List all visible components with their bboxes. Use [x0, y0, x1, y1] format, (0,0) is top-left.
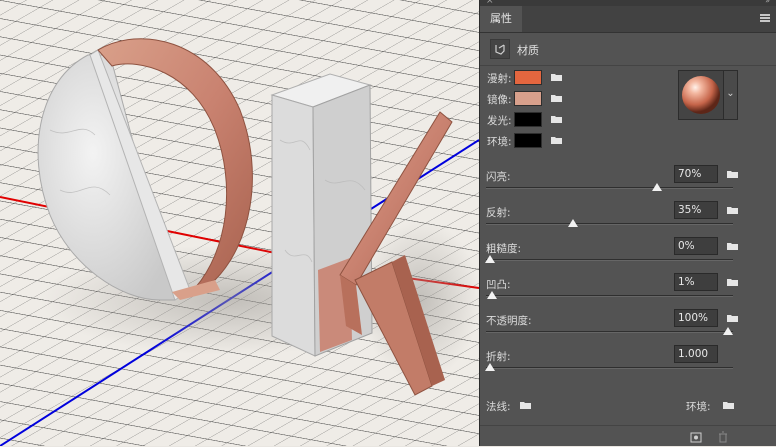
swatch-label: 漫射:	[487, 73, 512, 85]
material-cube-icon[interactable]	[490, 39, 510, 59]
slider-value-field[interactable]: 1.000	[674, 345, 718, 363]
slider-thumb[interactable]	[568, 219, 579, 227]
slider-track[interactable]	[486, 367, 733, 369]
slider-label: 粗糙度:	[486, 243, 522, 255]
slider-label: 反射:	[486, 207, 511, 219]
normal-map-label: 法线:	[486, 401, 511, 413]
folder-icon[interactable]	[723, 401, 735, 410]
folder-icon[interactable]	[551, 115, 563, 124]
chevron-down-icon[interactable]: ⌄	[724, 70, 738, 120]
color-swatch[interactable]	[514, 112, 542, 127]
folder-icon[interactable]	[551, 73, 563, 82]
3d-viewport[interactable]	[0, 0, 479, 446]
slider-track[interactable]	[486, 259, 733, 261]
slider-label: 闪亮:	[486, 171, 511, 183]
panel-footer	[480, 425, 776, 447]
folder-icon[interactable]	[727, 278, 739, 287]
slider-block: 折射: 1.000	[485, 345, 746, 385]
folder-icon[interactable]	[727, 206, 739, 215]
swatch-label: 镜像:	[487, 94, 512, 106]
slider-value-field[interactable]: 1%	[674, 273, 718, 291]
panel-tab-bar: 属性	[480, 6, 776, 33]
material-sphere-preview[interactable]	[678, 70, 724, 120]
folder-icon[interactable]	[727, 170, 739, 179]
slider-value-field[interactable]: 0%	[674, 237, 718, 255]
properties-panel: × » 属性 材质 漫射: 镜像: 发光: 环境: ⌄ 闪亮: 70% 反射: …	[479, 0, 776, 446]
slider-track[interactable]	[486, 223, 733, 225]
slider-track[interactable]	[486, 295, 733, 297]
slider-thumb[interactable]	[651, 183, 662, 191]
folder-icon[interactable]	[727, 314, 739, 323]
color-swatch[interactable]	[514, 70, 542, 85]
hamburger-menu-icon[interactable]	[760, 14, 770, 22]
folder-icon[interactable]	[727, 242, 739, 251]
trash-icon[interactable]	[717, 431, 729, 443]
slider-block: 反射: 35%	[486, 201, 746, 241]
color-swatch[interactable]	[514, 133, 542, 148]
slider-label: 折射:	[486, 351, 511, 363]
slider-thumb[interactable]	[485, 363, 495, 371]
slider-thumb[interactable]	[485, 255, 495, 263]
swatch-label: 发光:	[487, 115, 512, 127]
3d-scene-canvas[interactable]	[0, 0, 479, 446]
slider-block: 粗糙度: 0%	[485, 237, 746, 277]
slider-thumb[interactable]	[487, 291, 498, 299]
slider-value-field[interactable]: 35%	[674, 201, 718, 219]
slider-value-field[interactable]: 100%	[674, 309, 718, 327]
folder-icon[interactable]	[551, 94, 563, 103]
slider-block: 闪亮: 70%	[486, 165, 746, 205]
new-material-icon[interactable]	[690, 431, 702, 443]
folder-icon[interactable]	[551, 136, 563, 145]
tab-properties[interactable]: 属性	[480, 6, 522, 32]
slider-block: 不透明度: 100%	[486, 309, 746, 349]
slider-value-field[interactable]: 70%	[674, 165, 718, 183]
environment-map-label: 环境:	[686, 401, 711, 413]
color-swatch[interactable]	[514, 91, 542, 106]
map-row: 法线: 环境:	[480, 397, 776, 417]
slider-block: 凹凸: 1%	[486, 273, 746, 313]
slider-label: 凹凸:	[486, 279, 511, 291]
folder-icon[interactable]	[520, 401, 532, 410]
slider-track[interactable]	[486, 331, 733, 333]
slider-track[interactable]	[486, 187, 733, 189]
material-section-header: 材质	[480, 33, 776, 66]
section-title: 材质	[517, 44, 539, 57]
slider-label: 不透明度:	[486, 315, 532, 327]
slider-thumb[interactable]	[723, 327, 733, 335]
swatch-label: 环境:	[487, 136, 512, 148]
